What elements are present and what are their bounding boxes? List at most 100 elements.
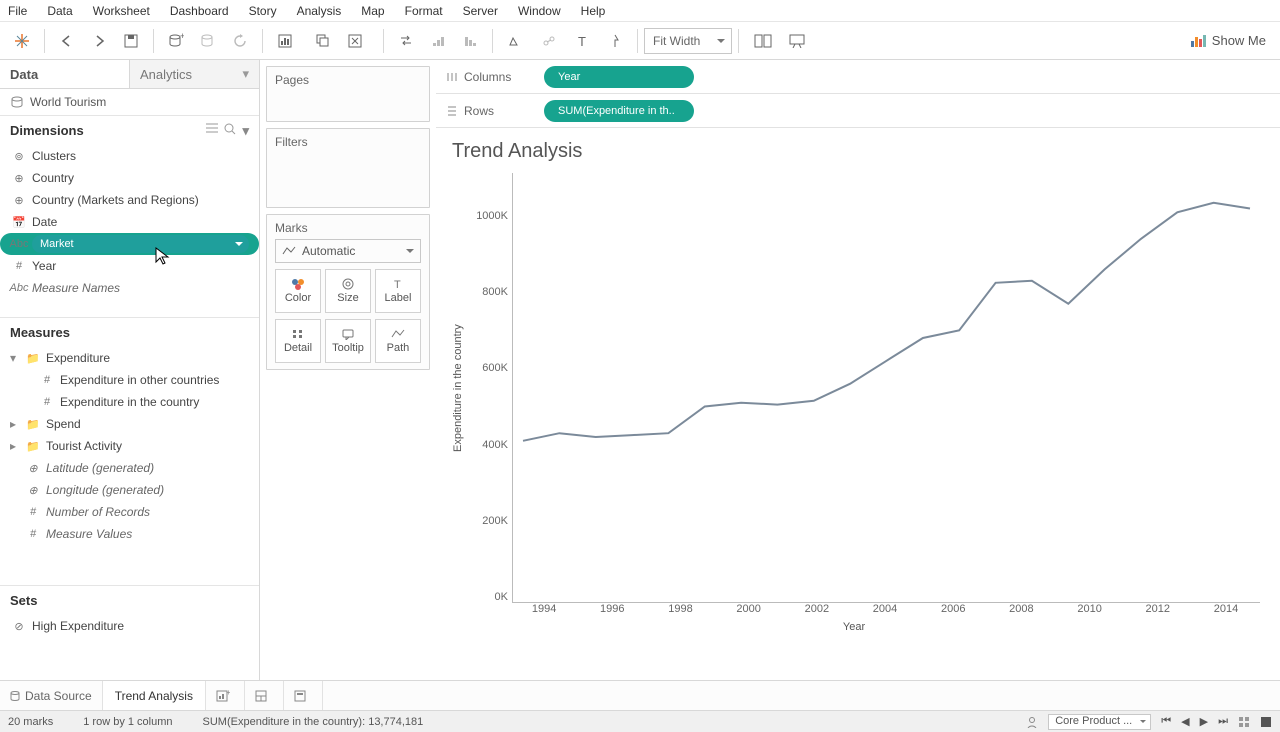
viz-area: Columns Year Rows SUM(Expenditure in th.… bbox=[436, 60, 1280, 680]
set-high-exp[interactable]: ⊘High Expenditure bbox=[0, 615, 259, 637]
status-film-icon[interactable] bbox=[1260, 716, 1272, 728]
status-nav-prev-icon[interactable]: ◀ bbox=[1181, 715, 1189, 728]
status-bar: 20 marks 1 row by 1 column SUM(Expenditu… bbox=[0, 710, 1280, 732]
svg-text:T: T bbox=[394, 279, 401, 290]
forward-icon[interactable] bbox=[85, 27, 113, 55]
datasource-item[interactable]: World Tourism bbox=[0, 89, 259, 115]
status-marks: 20 marks bbox=[8, 716, 53, 728]
marks-size-button[interactable]: Size bbox=[325, 269, 371, 313]
dim-year[interactable]: #Year bbox=[0, 255, 259, 277]
rows-shelf[interactable]: Rows SUM(Expenditure in th.. bbox=[436, 94, 1280, 128]
data-tab[interactable]: Data bbox=[0, 60, 129, 88]
marks-card: Marks Automatic Color Size TLabel Detail… bbox=[266, 214, 430, 370]
analytics-tab[interactable]: Analytics▾ bbox=[129, 60, 259, 88]
status-rows: 1 row by 1 column bbox=[83, 716, 172, 728]
meas-tourist[interactable]: ▸📁Tourist Activity bbox=[0, 435, 259, 457]
menu-story[interactable]: Story bbox=[249, 4, 277, 18]
meas-lon[interactable]: ⊕Longitude (generated) bbox=[0, 479, 259, 501]
meas-nrec[interactable]: #Number of Records bbox=[0, 501, 259, 523]
status-nav-last-icon[interactable]: ⏭ bbox=[1218, 715, 1228, 728]
search-icon[interactable] bbox=[224, 123, 236, 135]
meas-lat[interactable]: ⊕Latitude (generated) bbox=[0, 457, 259, 479]
columns-pill-year[interactable]: Year bbox=[544, 66, 694, 88]
menu-help[interactable]: Help bbox=[581, 4, 606, 18]
dim-clusters[interactable]: ⊚Clusters bbox=[0, 145, 259, 167]
sheet-tabs-bar: Data Source Trend Analysis + bbox=[0, 680, 1280, 710]
menu-format[interactable]: Format bbox=[405, 4, 443, 18]
back-icon[interactable] bbox=[53, 27, 81, 55]
menu-data[interactable]: Data bbox=[47, 4, 72, 18]
status-nav-first-icon[interactable]: ⏮ bbox=[1161, 715, 1171, 728]
cards-column: Pages Filters Marks Automatic Color Size… bbox=[260, 60, 436, 680]
presentation-icon[interactable] bbox=[783, 27, 811, 55]
dim-date[interactable]: 📅Date bbox=[0, 211, 259, 233]
sort-asc-icon[interactable] bbox=[424, 27, 452, 55]
sort-desc-icon[interactable] bbox=[456, 27, 484, 55]
fit-dropdown[interactable]: Fit Width bbox=[644, 28, 732, 54]
svg-text:+: + bbox=[226, 689, 230, 697]
menu-bar: File Data Worksheet Dashboard Story Anal… bbox=[0, 0, 1280, 22]
sheet-tab-trend-analysis[interactable]: Trend Analysis bbox=[103, 681, 206, 710]
marks-color-button[interactable]: Color bbox=[275, 269, 321, 313]
tableau-logo-icon[interactable] bbox=[8, 27, 36, 55]
new-story-tab-icon[interactable] bbox=[284, 681, 323, 710]
status-user-icon[interactable] bbox=[1026, 716, 1038, 728]
save-icon[interactable] bbox=[117, 27, 145, 55]
marks-detail-button[interactable]: Detail bbox=[275, 319, 321, 363]
pin-icon[interactable] bbox=[601, 27, 629, 55]
filters-card[interactable]: Filters bbox=[266, 128, 430, 208]
group-icon[interactable] bbox=[535, 27, 565, 55]
meas-mvals[interactable]: #Measure Values bbox=[0, 523, 259, 545]
meas-expenditure[interactable]: ▾📁Expenditure bbox=[0, 347, 259, 369]
highlight-icon[interactable] bbox=[501, 27, 531, 55]
status-grid-icon[interactable] bbox=[1238, 716, 1250, 728]
datasource-tab[interactable]: Data Source bbox=[0, 681, 103, 710]
menu-worksheet[interactable]: Worksheet bbox=[93, 4, 150, 18]
pages-card[interactable]: Pages bbox=[266, 66, 430, 122]
marks-type-dropdown[interactable]: Automatic bbox=[275, 239, 421, 263]
viz-title[interactable]: Trend Analysis bbox=[452, 140, 1260, 163]
meas-spend[interactable]: ▸📁Spend bbox=[0, 413, 259, 435]
dim-country[interactable]: ⊕Country bbox=[0, 167, 259, 189]
svg-text:+: + bbox=[180, 33, 184, 41]
rows-pill-expenditure[interactable]: SUM(Expenditure in th.. bbox=[544, 100, 694, 122]
pause-updates-icon[interactable] bbox=[194, 27, 222, 55]
swap-icon[interactable] bbox=[392, 27, 420, 55]
list-view-icon[interactable] bbox=[206, 123, 218, 133]
clear-icon[interactable] bbox=[341, 27, 375, 55]
marks-tooltip-button[interactable]: Tooltip bbox=[325, 319, 371, 363]
y-axis: 0K200K400K600K800K1000K bbox=[468, 173, 512, 603]
meas-exp-country[interactable]: #Expenditure in the country bbox=[0, 391, 259, 413]
product-select[interactable]: Core Product ... bbox=[1048, 714, 1151, 730]
y-axis-label: Expenditure in the country bbox=[448, 173, 468, 603]
menu-window[interactable]: Window bbox=[518, 4, 561, 18]
menu-dashboard[interactable]: Dashboard bbox=[170, 4, 229, 18]
new-datasource-icon[interactable]: + bbox=[162, 27, 190, 55]
dim-country-mr[interactable]: ⊕Country (Markets and Regions) bbox=[0, 189, 259, 211]
marks-label-button[interactable]: TLabel bbox=[375, 269, 421, 313]
show-cards-icon[interactable] bbox=[747, 27, 779, 55]
menu-file[interactable]: File bbox=[8, 4, 27, 18]
label-icon[interactable]: T bbox=[569, 27, 597, 55]
refresh-icon[interactable] bbox=[226, 27, 254, 55]
line-chart[interactable]: Expenditure in the country 0K200K400K600… bbox=[448, 173, 1260, 603]
menu-analysis[interactable]: Analysis bbox=[297, 4, 342, 18]
toolbar: + T Fit Width Show Me bbox=[0, 22, 1280, 60]
data-panel: Data Analytics▾ World Tourism Dimensions… bbox=[0, 60, 260, 680]
new-dashboard-tab-icon[interactable] bbox=[245, 681, 284, 710]
meas-exp-other[interactable]: #Expenditure in other countries bbox=[0, 369, 259, 391]
show-me-button[interactable]: Show Me bbox=[1190, 33, 1266, 48]
marks-path-button[interactable]: Path bbox=[375, 319, 421, 363]
sets-header: Sets bbox=[0, 585, 259, 615]
new-worksheet-icon[interactable] bbox=[271, 27, 305, 55]
new-worksheet-tab-icon[interactable]: + bbox=[206, 681, 245, 710]
columns-shelf[interactable]: Columns Year bbox=[436, 60, 1280, 94]
menu-server[interactable]: Server bbox=[463, 4, 498, 18]
menu-map[interactable]: Map bbox=[361, 4, 384, 18]
dim-market-selected[interactable]: AbcMarket bbox=[0, 233, 259, 255]
plot-area[interactable] bbox=[512, 173, 1260, 603]
duplicate-icon[interactable] bbox=[309, 27, 337, 55]
menu-dropdown-icon[interactable]: ▾ bbox=[242, 123, 249, 139]
status-nav-next-icon[interactable]: ▶ bbox=[1200, 715, 1208, 728]
dim-measure-names[interactable]: AbcMeasure Names bbox=[0, 277, 259, 299]
